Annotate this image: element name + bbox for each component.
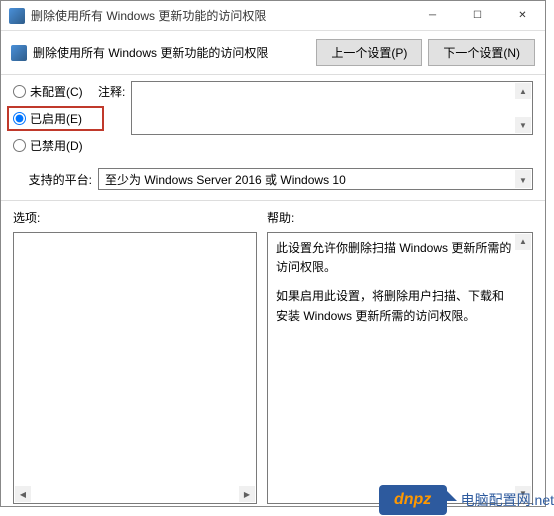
maximize-button[interactable]: ☐ [455,1,500,30]
help-text-1: 此设置允许你删除扫描 Windows 更新所需的访问权限。 [276,239,512,277]
watermark-suffix: .net [531,492,554,508]
options-box: ◀ ▶ [13,232,257,504]
scroll-right-icon[interactable]: ▶ [239,486,255,502]
close-button[interactable]: ✕ [500,1,545,30]
radio-disabled-input[interactable] [13,139,26,152]
policy-icon [11,45,27,61]
nav-buttons: 上一个设置(P) 下一个设置(N) [316,39,535,66]
app-icon [9,8,25,24]
platform-value: 至少为 Windows Server 2016 或 Windows 10 [105,171,346,188]
comment-textarea[interactable]: ▲ ▼ [131,81,533,135]
next-setting-button[interactable]: 下一个设置(N) [428,39,535,66]
minimize-button[interactable]: ─ [410,1,455,30]
platform-row: 支持的平台: 至少为 Windows Server 2016 或 Windows… [1,166,545,201]
radio-not-configured[interactable]: 未配置(C) [13,83,98,100]
options-column: 选项: ◀ ▶ [13,209,257,504]
watermark-domain: 电脑配置网 [461,492,531,508]
window-title: 删除使用所有 Windows 更新功能的访问权限 [31,7,410,24]
help-label: 帮助: [267,209,533,226]
help-text-2: 如果启用此设置，将删除用户扫描、下载和安装 Windows 更新所需的访问权限。 [276,287,512,325]
dialog-window: 删除使用所有 Windows 更新功能的访问权限 ─ ☐ ✕ 删除使用所有 Wi… [0,0,546,507]
radio-disabled-label: 已禁用(D) [30,137,83,154]
window-controls: ─ ☐ ✕ [410,1,545,30]
radio-disabled[interactable]: 已禁用(D) [13,137,98,154]
scroll-up-icon[interactable]: ▲ [515,234,531,250]
titlebar: 删除使用所有 Windows 更新功能的访问权限 ─ ☐ ✕ [1,1,545,31]
platform-box: 至少为 Windows Server 2016 或 Windows 10 ▲ ▼ [98,168,533,190]
help-box: 此设置允许你删除扫描 Windows 更新所需的访问权限。 如果启用此设置，将删… [267,232,533,504]
radio-enabled[interactable]: 已启用(E) [7,106,104,131]
options-label: 选项: [13,209,257,226]
radio-enabled-label: 已启用(E) [30,110,82,127]
scroll-left-icon[interactable]: ◀ [15,486,31,502]
radio-enabled-input[interactable] [13,112,26,125]
subheader-title: 删除使用所有 Windows 更新功能的访问权限 [33,44,316,61]
scroll-up-icon[interactable]: ▲ [515,83,531,99]
subheader: 删除使用所有 Windows 更新功能的访问权限 上一个设置(P) 下一个设置(… [1,31,545,75]
radio-not-configured-input[interactable] [13,85,26,98]
radio-not-configured-label: 未配置(C) [30,83,83,100]
comment-label: 注释: [98,81,125,100]
watermark-text: 电脑配置网.net [461,490,554,510]
radio-group: 未配置(C) 已启用(E) 已禁用(D) [13,81,98,160]
watermark: dnpz 电脑配置网.net [379,485,554,515]
help-column: 帮助: 此设置允许你删除扫描 Windows 更新所需的访问权限。 如果启用此设… [267,209,533,504]
watermark-logo: dnpz [379,485,447,515]
lower-section: 选项: ◀ ▶ 帮助: 此设置允许你删除扫描 Windows 更新所需的访问权限… [1,201,545,516]
scroll-down-icon[interactable]: ▼ [515,117,531,133]
config-row: 未配置(C) 已启用(E) 已禁用(D) 注释: ▲ ▼ [1,75,545,166]
comment-section: 注释: ▲ ▼ [98,81,533,135]
scroll-down-icon[interactable]: ▼ [515,172,531,188]
platform-label: 支持的平台: [13,171,92,188]
prev-setting-button[interactable]: 上一个设置(P) [316,39,422,66]
